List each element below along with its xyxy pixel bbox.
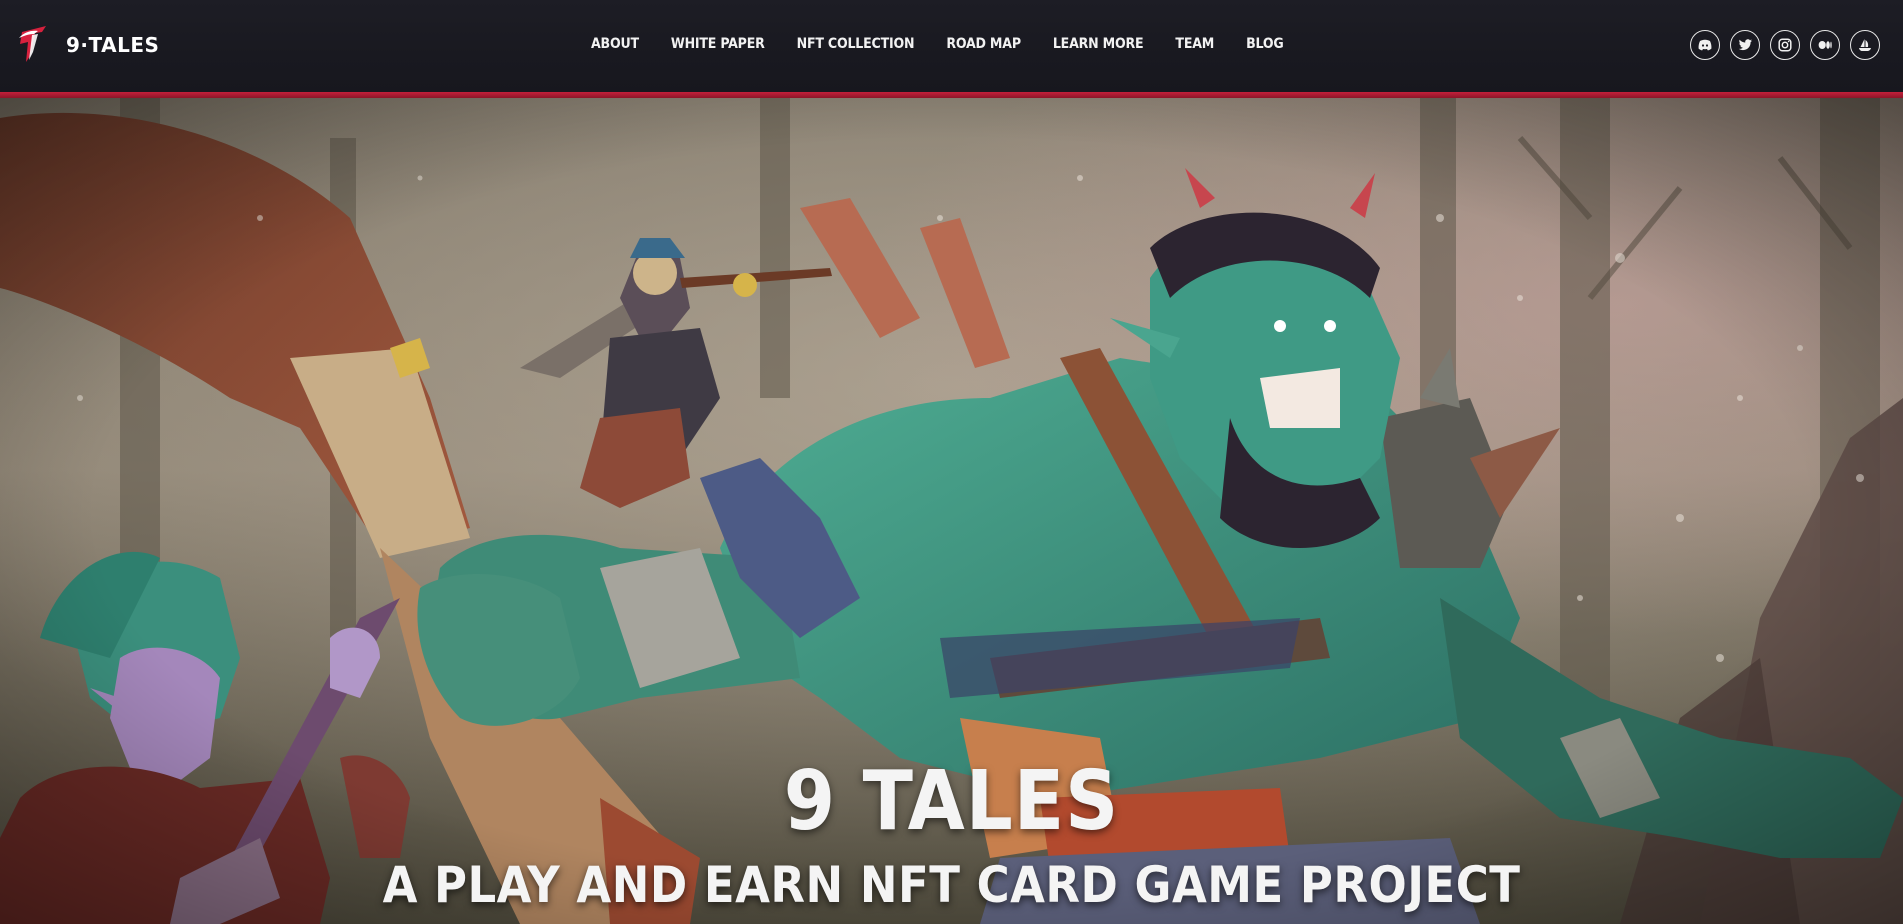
phoenix-t-logo-icon <box>19 26 46 62</box>
hero-section: 9 TALES A PLAY AND EARN NFT CARD GAME PR… <box>0 98 1903 924</box>
instagram-button[interactable] <box>1770 30 1800 60</box>
opensea-icon <box>1859 39 1871 51</box>
instagram-icon <box>1778 38 1792 52</box>
opensea-button[interactable] <box>1850 30 1880 60</box>
discord-button[interactable] <box>1690 30 1720 60</box>
brand-name: 9·TALES <box>66 33 160 57</box>
hero-subtitle: A PLAY AND EARN NFT CARD GAME PROJECT <box>382 856 1521 914</box>
brand-home-link[interactable]: 9·TALES <box>16 22 159 68</box>
medium-icon <box>1818 41 1832 49</box>
nav-white-paper[interactable]: WHITE PAPER <box>671 36 765 52</box>
main-nav: ABOUT WHITE PAPER NFT COLLECTION ROAD MA… <box>575 30 1299 58</box>
nav-team[interactable]: TEAM <box>1175 36 1214 52</box>
medium-button[interactable] <box>1810 30 1840 60</box>
social-links <box>1680 30 1880 60</box>
nav-learn-more[interactable]: LEARN MORE <box>1053 36 1144 52</box>
twitter-icon <box>1738 39 1752 51</box>
nav-road-map[interactable]: ROAD MAP <box>946 36 1021 52</box>
twitter-button[interactable] <box>1730 30 1760 60</box>
top-navbar: 9·TALES ABOUT WHITE PAPER NFT COLLECTION… <box>0 0 1903 93</box>
hero-title: 9 TALES <box>783 754 1120 849</box>
nav-nft-collection[interactable]: NFT COLLECTION <box>797 36 915 52</box>
nav-blog[interactable]: BLOG <box>1246 36 1284 52</box>
nav-about[interactable]: ABOUT <box>591 36 639 52</box>
discord-icon <box>1698 39 1712 51</box>
